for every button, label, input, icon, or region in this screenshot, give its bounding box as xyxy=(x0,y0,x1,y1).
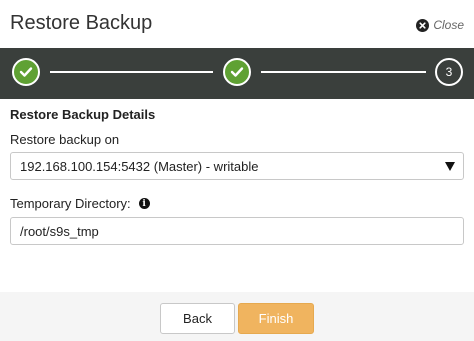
section-heading: Restore Backup Details xyxy=(10,107,156,122)
step-1-complete xyxy=(12,58,40,86)
restore-host-selected-value: 192.168.100.154:5432 (Master) - writable xyxy=(20,159,259,174)
restore-backup-dialog: Restore Backup Close 3 Restore Backup De… xyxy=(0,0,474,341)
temp-dir-label-text: Temporary Directory: xyxy=(10,196,131,211)
dropdown-arrow-icon xyxy=(445,162,455,171)
close-label: Close xyxy=(433,18,464,32)
step-connector-2 xyxy=(261,71,426,73)
wizard-stepper: 3 xyxy=(0,48,474,99)
temp-dir-input[interactable] xyxy=(10,217,464,245)
step-3-number: 3 xyxy=(445,65,453,79)
close-button[interactable]: Close xyxy=(416,18,464,32)
info-icon[interactable]: i xyxy=(138,198,150,209)
check-icon xyxy=(230,67,244,77)
step-connector-1 xyxy=(50,71,213,73)
dialog-body: Restore Backup Details Restore backup on… xyxy=(0,99,474,292)
finish-button[interactable]: Finish xyxy=(238,303,314,334)
dialog-footer: Back Finish xyxy=(0,292,474,341)
back-button[interactable]: Back xyxy=(160,303,235,334)
restore-on-label-text: Restore backup on xyxy=(10,132,120,147)
temp-dir-label: Temporary Directory: i xyxy=(10,196,150,211)
step-3-current: 3 xyxy=(435,58,463,86)
restore-on-label: Restore backup on xyxy=(10,132,119,147)
dialog-header: Restore Backup Close xyxy=(0,0,474,48)
dialog-title: Restore Backup xyxy=(10,12,153,34)
restore-host-select[interactable]: 192.168.100.154:5432 (Master) - writable xyxy=(10,152,464,180)
step-2-complete xyxy=(223,58,251,86)
check-icon xyxy=(19,67,33,77)
close-icon xyxy=(416,18,430,32)
